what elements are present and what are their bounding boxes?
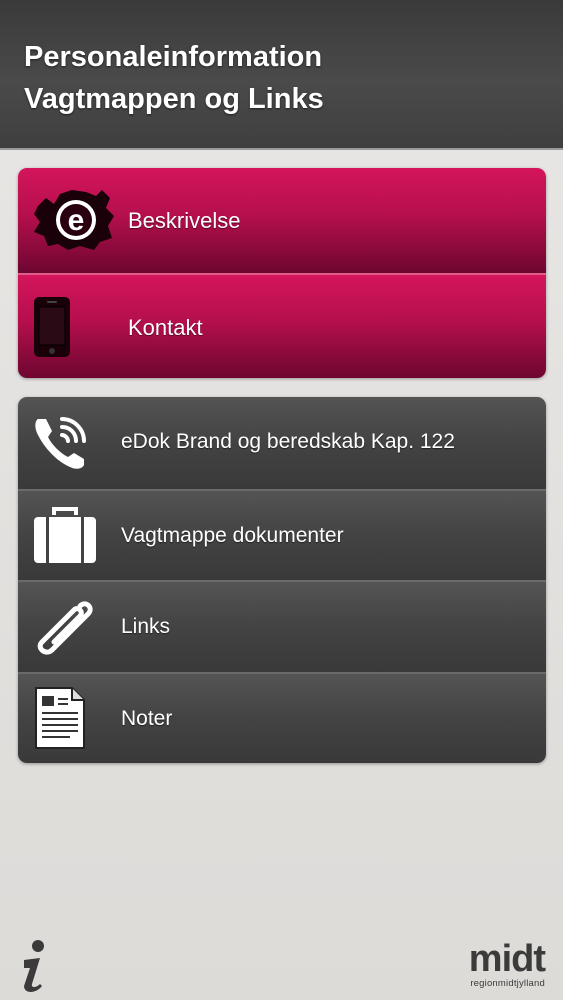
logo-text: midt [468,938,546,980]
menu-item-beskrivelse[interactable]: e Beskrivelse [18,168,546,273]
menu-item-edok[interactable]: eDok Brand og beredskab Kap. 122 [18,397,546,489]
menu-item-label: Noter [121,706,173,730]
primary-menu: e Beskrivelse Kontakt [18,168,546,378]
menu-item-label: Beskrivelse [128,208,241,233]
info-icon[interactable] [14,938,50,994]
menu-item-label: Links [121,615,171,638]
menu-item-label: Vagtmappe dokumenter [121,523,344,547]
secondary-menu: eDok Brand og beredskab Kap. 122 Vagtmap… [18,397,546,763]
phone-call-icon [35,417,86,469]
document-icon [35,686,85,749]
region-logo: midt regionmidtjylland [437,940,547,992]
title-line-1: Personaleinformation [24,41,323,73]
e-logo-icon: e [34,190,114,250]
paperclip-icon [37,601,93,655]
header-bar: Personaleinformation Vagtmappen og Links [0,0,563,150]
menu-item-label: eDok Brand og beredskab Kap. 122 [121,430,455,453]
menu-item-links[interactable]: Links [18,580,546,672]
svg-text:e: e [68,204,85,237]
menu-item-kontakt[interactable]: Kontakt [18,273,546,378]
briefcase-icon [34,506,96,563]
menu-item-label: Kontakt [128,315,203,340]
title-line-2: Vagtmappen og Links [24,83,324,115]
page-title: Personaleinformation Vagtmappen og Links [24,36,324,120]
logo-subtext: regionmidtjylland [470,978,545,989]
phone-icon [34,297,70,357]
menu-item-noter[interactable]: Noter [18,671,546,763]
menu-item-vagtmappe[interactable]: Vagtmappe dokumenter [18,488,546,580]
